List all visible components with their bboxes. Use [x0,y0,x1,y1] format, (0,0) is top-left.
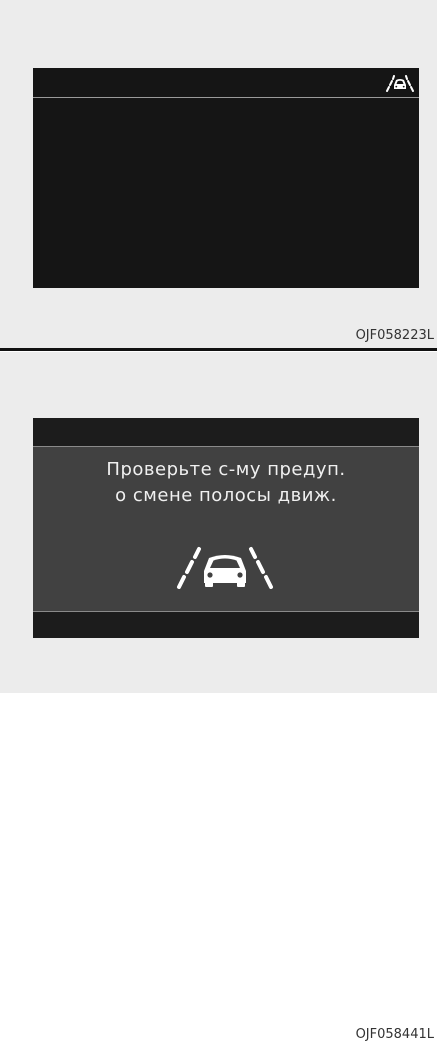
display-top-band [33,418,419,446]
figure-divider [0,348,437,351]
figure-code: OJF058441L [355,1027,434,1042]
cluster-display-blank [33,68,419,288]
lane-change-assist-icon [386,75,414,92]
figure-top-panel: OJF058223L [0,0,437,348]
display-status-bar [33,68,419,98]
warning-message-line1: Проверьте с-му предуп. [106,459,346,480]
warning-message-line2: о смене полосы движ. [115,485,337,506]
lane-change-assist-icon [177,547,273,589]
figure-code: OJF058223L [355,328,434,343]
figure-bottom-panel: Проверьте с-му предуп. о смене полосы дв… [0,352,437,1042]
warning-message-area: Проверьте с-му предуп. о смене полосы дв… [33,446,419,612]
display-bottom-band [33,612,419,638]
cluster-display-warning: Проверьте с-му предуп. о смене полосы дв… [33,418,419,638]
